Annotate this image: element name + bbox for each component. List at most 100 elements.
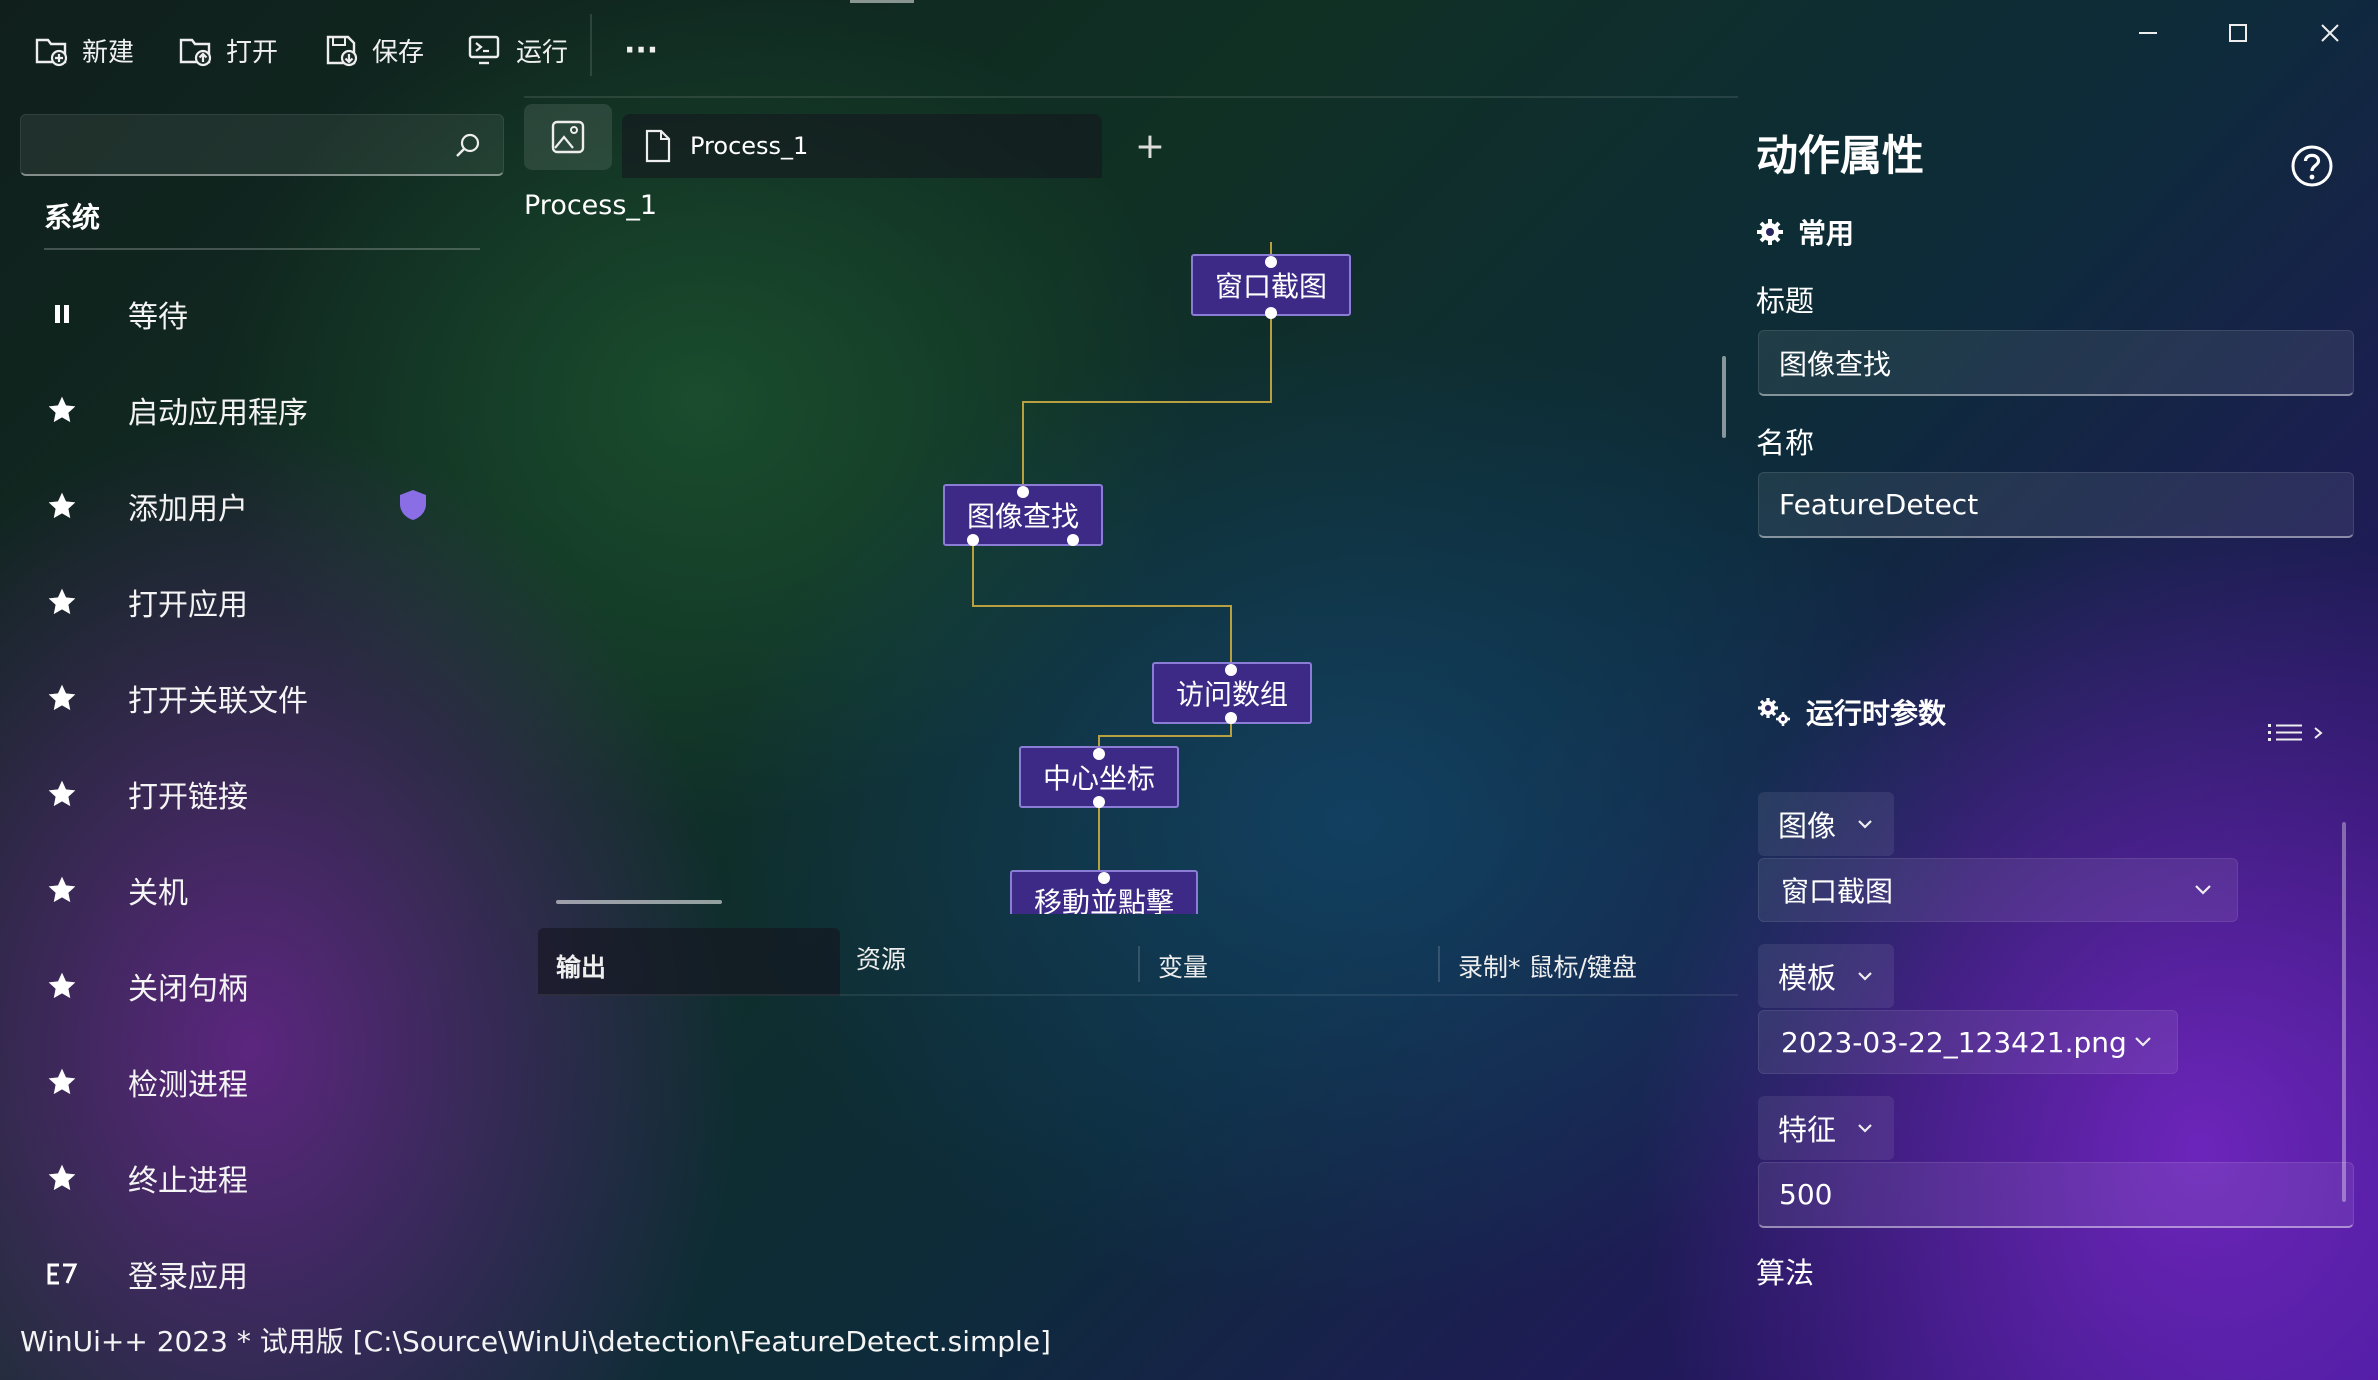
shield-icon [400,490,426,520]
toolbar-separator [590,14,592,76]
tab-separator [1438,946,1440,982]
open-button[interactable]: 打开 [176,28,278,72]
help-button[interactable] [2290,144,2334,188]
sidebar-item-label: 检测进程 [128,1068,248,1103]
more-button[interactable]: ··· [624,28,658,72]
section-label: 常用 [1798,217,1855,250]
title-input[interactable]: 图像查找 [1758,330,2354,396]
minimize-button[interactable] [2108,8,2188,58]
new-button[interactable]: 新建 [32,28,134,72]
search-input[interactable] [35,123,459,169]
add-tab-button[interactable]: + [1128,124,1172,168]
sidebar-item-label: 登录应用 [128,1260,248,1295]
param-feature-chip[interactable]: 特征 [1758,1096,1895,1160]
image-icon [551,120,585,154]
top-divider [524,96,1738,98]
flow-canvas[interactable]: 窗口截图 图像查找 访问数组 中心坐标 移動並點擊 [524,230,1724,914]
tab-recording[interactable]: 录制* 鼠标/键盘 [1458,948,1637,984]
sidebar-item-kill-process[interactable]: 终止进程 [30,1138,500,1218]
port-in[interactable] [1225,664,1237,676]
template-file-select[interactable]: 2023-03-22_123421.png [1758,1010,2178,1074]
sidebar-item-open-associated-file[interactable]: 打开关联文件 [30,658,500,738]
chip-label: 图像 [1778,809,1837,843]
maximize-icon [2229,24,2247,42]
port-in[interactable] [1017,486,1029,498]
chevron-right-icon [2314,727,2323,739]
image-source-select[interactable]: 窗口截图 [1758,858,2238,922]
port-out[interactable] [1225,712,1237,724]
sidebar-item-label: 等待 [128,300,188,335]
sidebar-item-label: 添加用户 [128,492,248,527]
document-icon [645,129,671,163]
port-out[interactable] [1067,534,1079,546]
star-icon [48,780,76,807]
new-label: 新建 [82,37,135,68]
splitter-handle[interactable] [556,900,722,904]
port-in[interactable] [1093,748,1105,760]
minimize-icon [2139,32,2157,34]
sidebar-item-shutdown[interactable]: 关机 [30,850,500,930]
title-drag-indicator [850,0,914,3]
close-button[interactable] [2290,8,2370,58]
feature-count-input[interactable]: 500 [1758,1162,2354,1228]
feature-count-value: 500 [1779,1178,1833,1211]
title-field-label: 标题 [1756,284,1815,318]
sidebar-item-open-app[interactable]: 打开应用 [30,562,500,642]
port-out[interactable] [967,534,979,546]
port-out[interactable] [1093,796,1105,808]
sidebar-item-close-handle[interactable]: 关闭句柄 [30,946,500,1026]
status-bar: WinUi++ 2023 * 试用版 [C:\Source\WinUi\dete… [20,1325,1051,1358]
name-input[interactable]: FeatureDetect [1758,472,2354,538]
sidebar-item-start-app[interactable]: 启动应用程序 [30,370,500,450]
param-template-chip[interactable]: 模板 [1758,944,1895,1008]
image-tab-button[interactable] [524,104,612,170]
star-icon [48,588,76,615]
save-label: 保存 [372,37,425,68]
tab-separator [1138,946,1140,982]
node-label: 图像查找 [966,500,1079,533]
flow-connectors [972,242,1272,878]
star-icon [48,396,76,423]
more-icon: ··· [624,32,659,68]
maximize-button[interactable] [2198,8,2278,58]
select-value: 2023-03-22_123421.png [1781,1025,2127,1059]
tab-process-1[interactable]: Process_1 [622,114,1102,178]
chevron-down-icon [1858,1124,1872,1133]
star-icon [48,876,76,903]
port-out[interactable] [1265,307,1277,319]
node-label: 窗口截图 [1214,270,1327,303]
chevron-down-icon [1858,820,1872,829]
sidebar-item-label: 打开链接 [128,780,248,815]
section-divider [44,248,480,250]
canvas-title: Process_1 [524,190,658,221]
tab-output[interactable]: 输出 [538,928,840,996]
sidebar-section-title: 系统 [44,201,101,234]
open-label: 打开 [226,37,279,68]
search-box[interactable] [20,114,504,176]
properties-scrollbar[interactable] [2342,822,2346,1202]
section-label: 运行时参数 [1806,697,1947,730]
sidebar-item-add-user[interactable]: 添加用户 [30,466,500,546]
tab-label: 输出 [556,953,607,982]
star-icon [48,684,76,711]
canvas-scrollbar[interactable] [1722,356,1726,438]
sidebar-item-wait[interactable]: 等待 [30,274,500,354]
help-icon [2291,145,2333,187]
run-button[interactable]: 运行 [466,28,568,72]
node-label: 访问数组 [1175,678,1288,711]
sidebar-item-login-app[interactable]: 登录应用 [30,1234,500,1314]
sidebar-item-open-link[interactable]: 打开链接 [30,754,500,834]
save-button[interactable]: 保存 [322,28,424,72]
bottom-tabs-divider [538,994,1738,996]
panel-title: 动作属性 [1756,131,1925,180]
port-in[interactable] [1265,256,1277,268]
tab-resources[interactable]: 资源 [856,940,906,976]
sidebar-item-detect-process[interactable]: 检测进程 [30,1042,500,1122]
tab-label: Process_1 [690,132,809,160]
param-image-chip[interactable]: 图像 [1758,792,1895,856]
sidebar-item-label: 终止进程 [128,1164,248,1199]
port-in[interactable] [1098,872,1110,884]
list-view-toggle[interactable] [2268,722,2324,744]
tab-variables[interactable]: 变量 [1158,948,1208,984]
search-icon[interactable] [453,131,483,161]
